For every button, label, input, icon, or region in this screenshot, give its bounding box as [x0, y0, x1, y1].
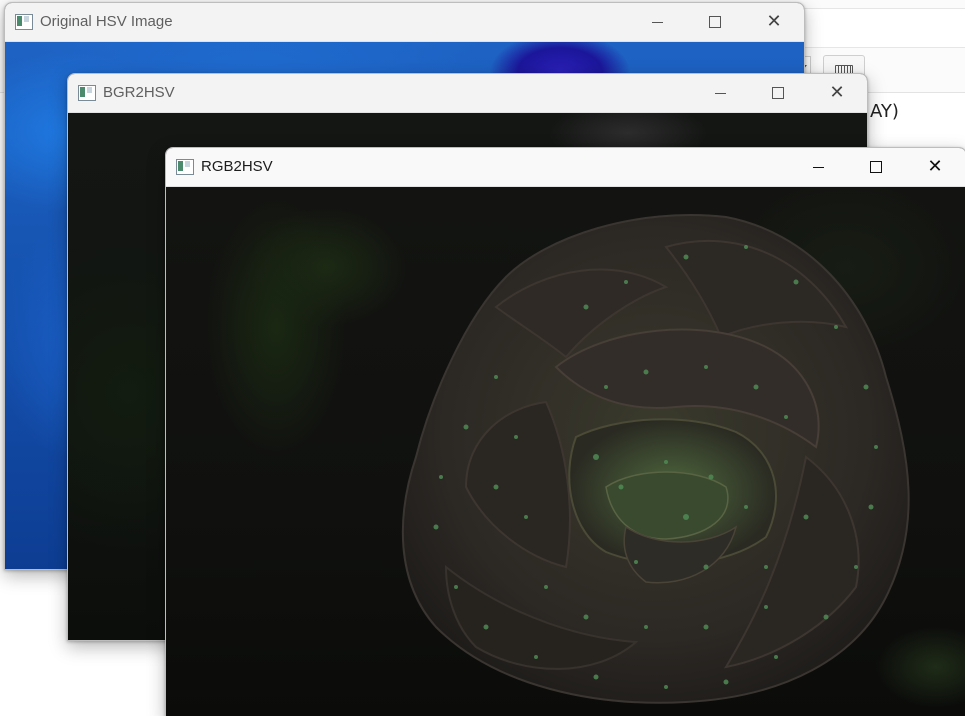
- close-button[interactable]: ✕: [745, 3, 803, 41]
- desktop: AY) Original HSV Image ✕ BGR2HSV ✕ RGB2H…: [0, 0, 965, 716]
- app-window-icon: [176, 159, 194, 175]
- window-title: RGB2HSV: [201, 158, 273, 175]
- maximize-button[interactable]: [847, 148, 905, 186]
- window-title: BGR2HSV: [103, 84, 175, 101]
- maximize-button[interactable]: [749, 74, 807, 112]
- app-window-icon: [78, 85, 96, 101]
- title-bar[interactable]: BGR2HSV ✕: [68, 74, 867, 113]
- window-rgb2hsv[interactable]: RGB2HSV ✕: [165, 147, 965, 716]
- close-button[interactable]: ✕: [906, 148, 964, 186]
- minimize-button[interactable]: [691, 74, 749, 112]
- background-code-text: AY): [870, 101, 899, 122]
- app-window-icon: [15, 14, 33, 30]
- title-bar[interactable]: Original HSV Image ✕: [5, 3, 804, 42]
- rose-image: [401, 214, 910, 704]
- maximize-button[interactable]: [686, 3, 744, 41]
- minimize-button[interactable]: [789, 148, 847, 186]
- image-canvas: [166, 187, 965, 716]
- minimize-button[interactable]: [628, 3, 686, 41]
- title-bar[interactable]: RGB2HSV ✕: [166, 148, 965, 187]
- window-title: Original HSV Image: [40, 13, 173, 30]
- close-button[interactable]: ✕: [808, 74, 866, 112]
